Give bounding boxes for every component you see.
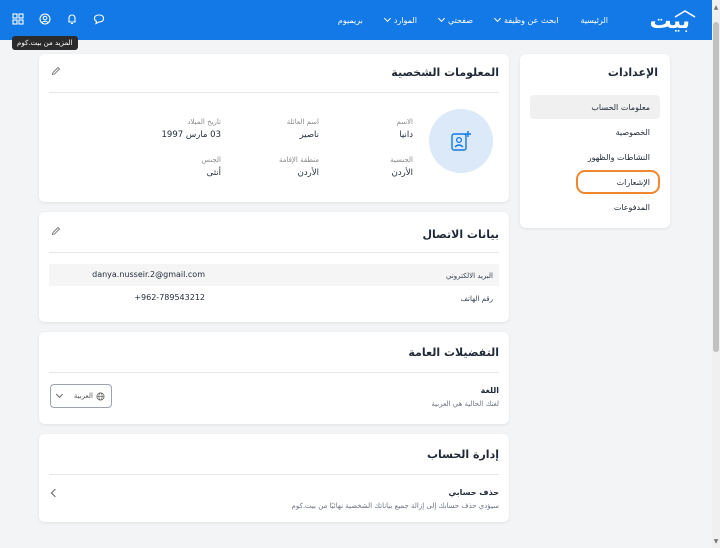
divider xyxy=(49,372,499,373)
chat-icon[interactable] xyxy=(93,13,105,25)
bayt-logo[interactable]: بيت xyxy=(649,9,690,34)
birth-date-label: تاريخ الميلاد xyxy=(187,118,221,126)
main-nav: الرئيسية ابحث عن وظيفة صفحتي الموارد بري… xyxy=(316,0,608,40)
divider xyxy=(49,92,499,93)
birth-date-value: 03 مارس 1997 xyxy=(161,130,222,140)
avatar-placeholder[interactable] xyxy=(429,109,493,173)
sidebar-item-label: المدفوعات xyxy=(613,202,650,212)
page-scrollbar[interactable]: ▲ ▼ xyxy=(712,0,720,548)
divider xyxy=(49,252,499,253)
email-value: danya.nusseir.2@gmail.com xyxy=(92,270,205,279)
notifications-highlight-ring xyxy=(576,170,660,194)
email-label: البريد الالكتروني xyxy=(446,272,493,280)
account-management-title: إدارة الحساب xyxy=(426,448,499,461)
preferences-title: التفضيلات العامة xyxy=(408,346,499,359)
first-name-label: الاسم xyxy=(396,118,413,126)
header-icon-group xyxy=(12,13,105,25)
delete-account-description: سيؤدي حذف حسابك إلى إزالة جميع بياناتك ا… xyxy=(291,502,499,510)
language-select[interactable]: العربية xyxy=(50,384,112,408)
nav-premium-label: بريميوم xyxy=(337,15,363,25)
nav-my-page-label: صفحتي xyxy=(447,15,474,25)
general-preferences-card: التفضيلات العامة اللغة لغتك الحالية هي ا… xyxy=(39,332,509,424)
chevron-down-icon xyxy=(493,14,502,23)
personal-info-card: المعلومات الشخصية الاسم دانيا اسم العائل… xyxy=(39,54,509,202)
sidebar-item-label: الخصوصية xyxy=(615,127,650,137)
delete-account-title[interactable]: حذف حسابي xyxy=(449,488,499,497)
first-name-value: دانيا xyxy=(399,130,413,140)
residence-label: منطقة الإقامة xyxy=(278,156,319,164)
tooltip-more-from-bayt: المزيد من بيت.كوم xyxy=(12,36,78,50)
settings-sidebar: الإعدادات معلومات الحساب الخصوصية النشاط… xyxy=(520,54,670,228)
phone-label: رقم الهاتف xyxy=(460,295,493,303)
scroll-down-icon[interactable]: ▼ xyxy=(713,538,719,546)
sidebar-item-activity[interactable]: النشاطات والظهور xyxy=(530,145,660,169)
pencil-icon[interactable] xyxy=(51,66,61,76)
grid-icon[interactable] xyxy=(12,13,24,25)
globe-icon xyxy=(96,392,105,400)
contact-info-title: بيانات الاتصال xyxy=(422,228,499,241)
chevron-down-icon xyxy=(55,390,64,399)
top-navbar: بيت الرئيسية ابحث عن وظيفة صفحتي الموارد… xyxy=(0,0,712,40)
nav-home[interactable]: الرئيسية xyxy=(580,16,608,25)
chevron-left-icon[interactable] xyxy=(50,488,60,498)
last-name-value: ناصير xyxy=(299,130,319,140)
gender-label: الجنس xyxy=(201,156,221,164)
add-photo-icon xyxy=(451,131,471,151)
account-management-card: إدارة الحساب حذف حسابي سيؤدي حذف حسابك إ… xyxy=(39,434,509,522)
sidebar-item-privacy[interactable]: الخصوصية xyxy=(530,120,660,144)
divider xyxy=(49,474,499,475)
nav-resources[interactable]: الموارد xyxy=(383,14,417,25)
chevron-down-icon xyxy=(383,14,391,23)
nav-home-label: الرئيسية xyxy=(580,15,608,25)
language-description: لغتك الحالية هي العربية xyxy=(431,400,499,408)
last-name-label: اسم العائلة xyxy=(286,118,319,126)
language-selected-value: العربية xyxy=(73,392,93,400)
nationality-value: الأردن xyxy=(391,168,413,178)
scroll-up-icon[interactable]: ▲ xyxy=(713,4,719,12)
settings-title: الإعدادات xyxy=(607,66,658,79)
nav-my-page[interactable]: صفحتي xyxy=(437,14,474,25)
language-title: اللغة xyxy=(480,386,499,395)
nationality-label: الجنسية xyxy=(390,156,413,164)
nav-find-job[interactable]: ابحث عن وظيفة xyxy=(493,14,559,25)
contact-info-card: بيانات الاتصال البريد الالكتروني danya.n… xyxy=(39,212,509,322)
sidebar-item-label: النشاطات والظهور xyxy=(587,152,650,162)
sidebar-item-account-info[interactable]: معلومات الحساب xyxy=(530,95,660,119)
gender-value: أنثى xyxy=(206,168,221,178)
personal-info-title: المعلومات الشخصية xyxy=(391,66,499,79)
residence-value: الأردن xyxy=(297,168,319,178)
user-circle-icon[interactable] xyxy=(39,13,51,25)
chevron-down-icon xyxy=(437,14,445,23)
scrollbar-thumb[interactable] xyxy=(713,22,719,352)
pencil-icon[interactable] xyxy=(51,226,61,236)
nav-find-job-label: ابحث عن وظيفة xyxy=(504,15,559,25)
nav-resources-label: الموارد xyxy=(393,15,417,25)
sidebar-item-payments[interactable]: المدفوعات xyxy=(530,195,660,219)
nav-premium[interactable]: بريميوم xyxy=(338,16,363,25)
phone-value: +962-789543212 xyxy=(134,293,205,302)
bell-icon[interactable] xyxy=(66,13,78,25)
sidebar-item-label: معلومات الحساب xyxy=(591,102,650,112)
